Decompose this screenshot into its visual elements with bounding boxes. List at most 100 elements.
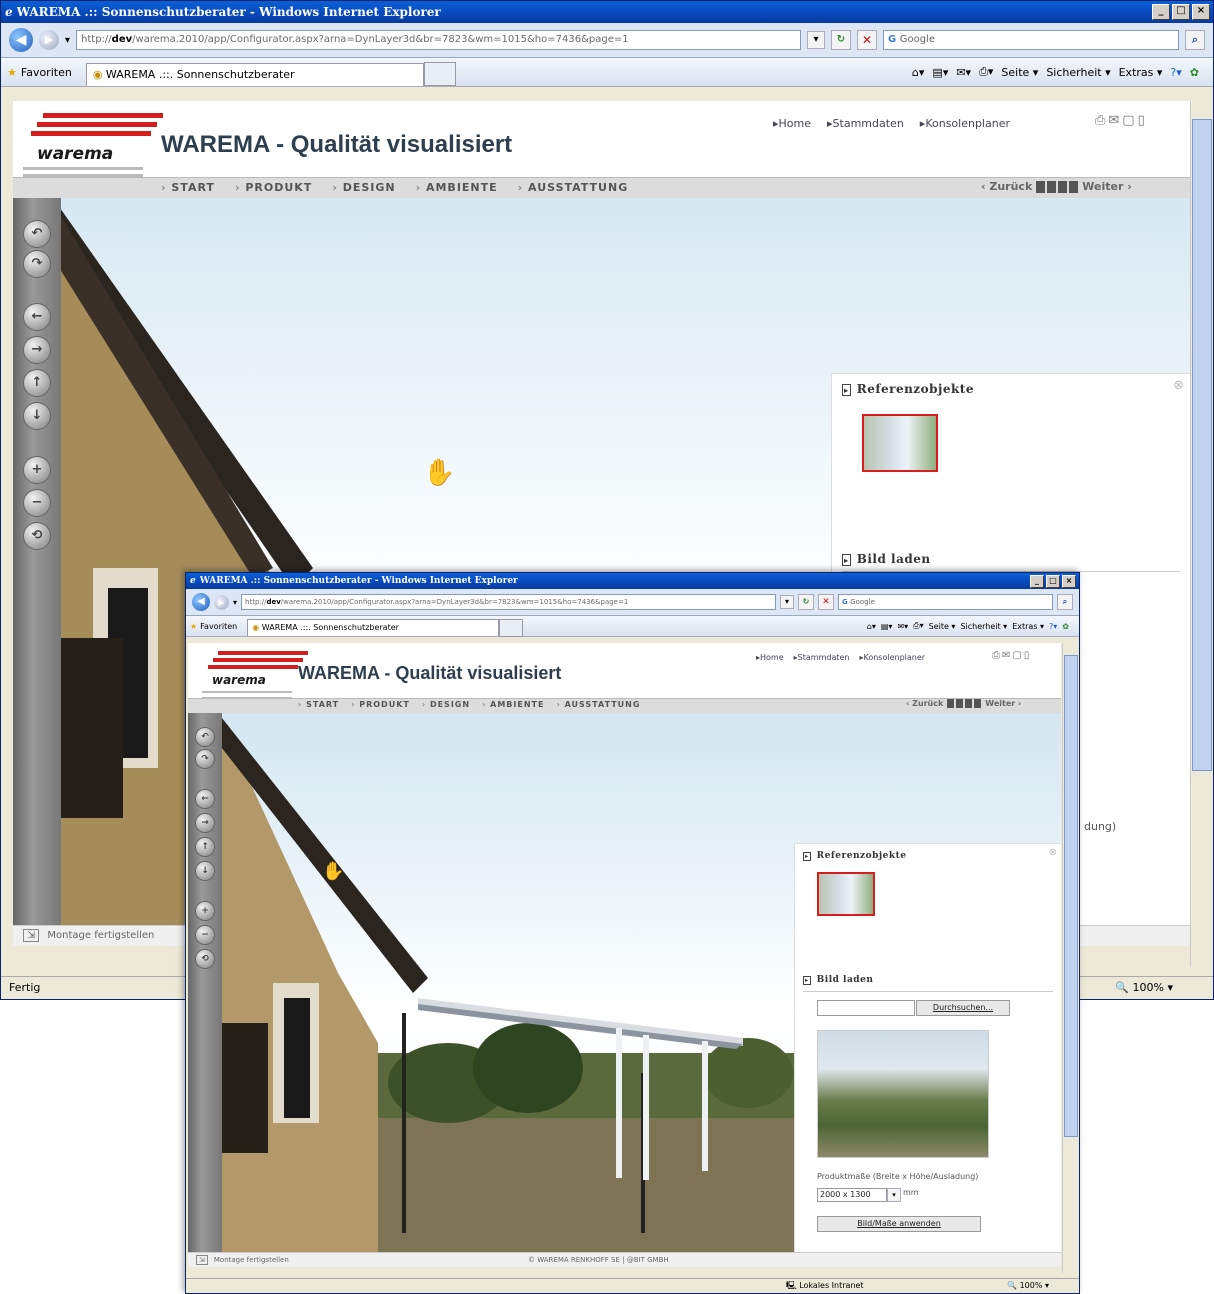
stop-icon[interactable]: ✕ [818, 594, 834, 610]
back-link[interactable]: ‹ Zurück [981, 180, 1032, 193]
forward-arrow-icon[interactable]: ▶ [214, 594, 229, 610]
favorites-button[interactable]: Favoriten [21, 66, 72, 79]
back-link[interactable]: ‹ Zurück [906, 699, 943, 708]
print-icon[interactable]: ⎙▾ [979, 65, 993, 79]
nav-start[interactable]: START [298, 700, 339, 709]
close-window-button[interactable]: × [1192, 4, 1210, 20]
mail-icon[interactable]: ✉▾ [956, 66, 971, 79]
move-down-tool-icon[interactable]: ↓ [195, 861, 215, 881]
maximize-button[interactable]: □ [1046, 574, 1060, 588]
back-arrow-icon[interactable]: ◀ [192, 593, 210, 611]
tab-warema[interactable]: ◉ WAREMA .::. Sonnenschutzberater [85, 62, 424, 86]
rotate-left-tool-icon[interactable]: ↶ [195, 727, 215, 747]
page-scrollbar[interactable] [1062, 643, 1079, 1273]
address-dropdown-icon[interactable]: ▾ [807, 31, 825, 49]
zoom-control[interactable]: 🔍 100% ▾ [1115, 977, 1173, 999]
refresh-icon[interactable]: ↻ [798, 594, 814, 610]
nav-produkt[interactable]: PRODUKT [235, 181, 312, 194]
history-dropdown-icon[interactable]: ▾ [65, 35, 70, 46]
print-mail-icons[interactable]: ⎙✉▢▯ [1095, 113, 1148, 128]
move-down-tool-icon[interactable]: ↓ [23, 402, 51, 430]
address-dropdown-icon[interactable]: ▾ [780, 595, 794, 609]
scrollbar-thumb[interactable] [1192, 119, 1212, 771]
link-konsolenplaner[interactable]: Konsolenplaner [920, 117, 1010, 130]
research-icon[interactable]: ✿ [1190, 66, 1199, 79]
finish-montage-link[interactable]: Montage fertigstellen [214, 1256, 289, 1264]
zoom-out-tool-icon[interactable]: − [23, 489, 51, 517]
history-dropdown-icon[interactable]: ▾ [233, 598, 237, 607]
refresh-icon[interactable]: ↻ [831, 30, 851, 50]
safety-menu[interactable]: Sicherheit ▾ [960, 622, 1007, 631]
minimize-button[interactable]: _ [1152, 4, 1170, 20]
nav-ambiente[interactable]: AMBIENTE [482, 700, 544, 709]
safety-menu[interactable]: Sicherheit ▾ [1046, 66, 1110, 79]
feeds-icon[interactable]: ▤▾ [932, 66, 948, 79]
favorites-button[interactable]: Favoriten [200, 622, 237, 631]
nav-produkt[interactable]: PRODUKT [351, 700, 410, 709]
fullscreen-icon[interactable]: ⇲ [23, 929, 40, 942]
move-up-tool-icon[interactable]: ↑ [23, 369, 51, 397]
reference-thumbnail[interactable] [862, 414, 938, 472]
close-panel-icon[interactable]: ⊗ [1173, 378, 1184, 393]
feeds-icon[interactable]: ▤▾ [881, 622, 893, 631]
apply-button[interactable]: Bild/Maße anwenden [817, 1216, 981, 1232]
move-left-tool-icon[interactable]: ← [23, 303, 51, 331]
home-icon[interactable]: ⌂▾ [867, 622, 876, 631]
reset-tool-icon[interactable]: ⟲ [195, 949, 215, 969]
research-icon[interactable]: ✿ [1062, 622, 1069, 631]
favorites-star-icon[interactable]: ★ [190, 622, 197, 631]
forward-arrow-icon[interactable]: ▶ [39, 30, 59, 50]
print-mail-icons[interactable]: ⎙✉▢▯ [992, 650, 1031, 661]
favorites-star-icon[interactable]: ★ [7, 66, 17, 79]
page-menu[interactable]: Seite ▾ [929, 622, 956, 631]
reference-thumbnail[interactable] [817, 872, 875, 916]
address-field[interactable]: http://dev/warema.2010/app/Configurator.… [241, 594, 776, 610]
print-icon[interactable]: ⎙▾ [913, 621, 923, 631]
search-input[interactable]: G Google [883, 30, 1179, 50]
rotate-right-tool-icon[interactable]: ↷ [195, 749, 215, 769]
maximize-button[interactable]: □ [1172, 4, 1190, 20]
file-path-input[interactable] [817, 1000, 915, 1016]
nav-ausstattung[interactable]: AUSSTATTUNG [556, 700, 640, 709]
dimension-dropdown-icon[interactable]: ▾ [887, 1188, 901, 1202]
link-stammdaten[interactable]: Stammdaten [794, 653, 850, 662]
help-icon[interactable]: ?▾ [1049, 622, 1057, 631]
rotate-right-tool-icon[interactable]: ↷ [23, 250, 51, 278]
link-home[interactable]: Home [773, 117, 811, 130]
move-right-tool-icon[interactable]: → [23, 336, 51, 364]
mail-icon[interactable]: ✉▾ [897, 622, 908, 631]
back-arrow-icon[interactable]: ◀ [9, 28, 33, 52]
zoom-in-tool-icon[interactable]: + [23, 456, 51, 484]
finish-montage-link[interactable]: Montage fertigstellen [47, 930, 154, 941]
reset-tool-icon[interactable]: ⟲ [23, 522, 51, 550]
minimize-button[interactable]: _ [1030, 574, 1044, 588]
home-icon[interactable]: ⌂▾ [912, 66, 925, 79]
zoom-control[interactable]: 🔍 100% ▾ [1007, 1279, 1049, 1293]
tab-warema[interactable]: ◉ WAREMA .::. Sonnenschutzberater [247, 619, 500, 636]
move-left-tool-icon[interactable]: ← [195, 789, 215, 809]
nav-design[interactable]: DESIGN [422, 700, 470, 709]
link-konsolenplaner[interactable]: Konsolenplaner [859, 653, 925, 662]
search-icon[interactable]: ⌕ [1185, 30, 1205, 50]
move-up-tool-icon[interactable]: ↑ [195, 837, 215, 857]
nav-ambiente[interactable]: AMBIENTE [416, 181, 498, 194]
link-stammdaten[interactable]: Stammdaten [827, 117, 904, 130]
new-tab-button[interactable] [499, 618, 524, 637]
address-field[interactable]: http://dev/warema.2010/app/Configurator.… [76, 30, 801, 50]
nav-start[interactable]: START [161, 181, 215, 194]
rotate-left-tool-icon[interactable]: ↶ [23, 220, 51, 248]
zoom-out-tool-icon[interactable]: − [195, 925, 215, 945]
tools-menu[interactable]: Extras ▾ [1012, 622, 1044, 631]
tools-menu[interactable]: Extras ▾ [1119, 66, 1163, 79]
nav-ausstattung[interactable]: AUSSTATTUNG [518, 181, 629, 194]
help-icon[interactable]: ?▾ [1170, 66, 1181, 79]
move-right-tool-icon[interactable]: → [195, 813, 215, 833]
new-tab-button[interactable] [423, 62, 456, 86]
dimension-select[interactable]: 2000 x 1300 [817, 1188, 887, 1202]
configurator-scene[interactable]: ↶ ↷ ← → ↑ ↓ + − ⟲ ✋ Referenzobjekte ⊗ Bi… [188, 713, 1061, 1253]
scrollbar-thumb[interactable] [1064, 655, 1078, 1137]
page-scrollbar[interactable] [1190, 101, 1213, 967]
zoom-in-tool-icon[interactable]: + [195, 901, 215, 921]
fullscreen-icon[interactable]: ⇲ [196, 1255, 208, 1265]
close-window-button[interactable]: × [1062, 574, 1076, 588]
